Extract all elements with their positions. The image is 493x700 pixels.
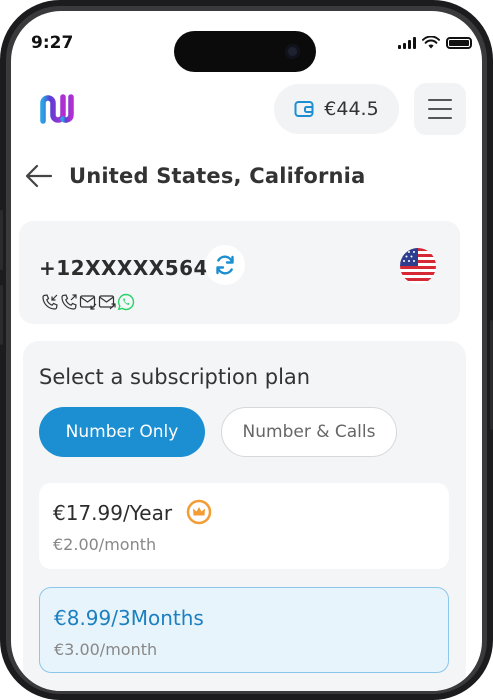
- wallet-balance: €44.5: [324, 98, 379, 120]
- plan-price: €17.99/Year: [53, 501, 173, 525]
- wifi-icon: [422, 36, 440, 49]
- tab-number-and-calls[interactable]: Number & Calls: [221, 407, 397, 457]
- wallet-balance-button[interactable]: €44.5: [274, 84, 399, 134]
- dynamic-island: [174, 31, 316, 72]
- plan-option-yearly[interactable]: €17.99/Year €2.00/month: [39, 483, 449, 569]
- plan-price: €8.99/3Months: [54, 606, 204, 630]
- plan-monthly-price: €2.00/month: [53, 535, 157, 554]
- volume-button: [0, 210, 3, 270]
- whatsapp-icon: [117, 293, 135, 311]
- camera-icon: [285, 44, 300, 59]
- tab-number-only[interactable]: Number Only: [39, 407, 205, 457]
- plan-monthly-price: €3.00/month: [54, 640, 158, 659]
- app-logo[interactable]: [23, 93, 81, 129]
- app-screen: 9:27 €44.5 United States, California +12…: [11, 11, 482, 691]
- volume-button: [0, 285, 3, 345]
- phone-number: +12XXXXX564: [39, 256, 208, 280]
- page-header: United States, California: [25, 164, 365, 188]
- refresh-number-button[interactable]: [205, 245, 245, 285]
- hamburger-icon: [428, 99, 452, 101]
- page-title: United States, California: [69, 164, 366, 188]
- number-features: [41, 293, 135, 311]
- status-time: 9:27: [31, 33, 74, 53]
- signal-icon: [398, 37, 416, 49]
- menu-button[interactable]: [414, 83, 466, 135]
- wallet-icon: [294, 101, 314, 117]
- number-card: +12XXXXX564: [19, 221, 460, 324]
- plan-option-3-months[interactable]: €8.99/3Months €3.00/month: [39, 587, 449, 673]
- crown-icon: [186, 499, 212, 525]
- outgoing-call-icon: [61, 294, 77, 310]
- incoming-sms-icon: [79, 295, 97, 310]
- incoming-call-icon: [42, 294, 58, 310]
- back-arrow-icon[interactable]: [25, 164, 53, 188]
- battery-icon: [446, 37, 472, 49]
- us-flag-icon: [400, 248, 436, 284]
- plan-heading: Select a subscription plan: [39, 365, 311, 389]
- status-icons: [398, 36, 472, 49]
- outgoing-sms-icon: [98, 295, 116, 310]
- refresh-icon: [216, 255, 234, 275]
